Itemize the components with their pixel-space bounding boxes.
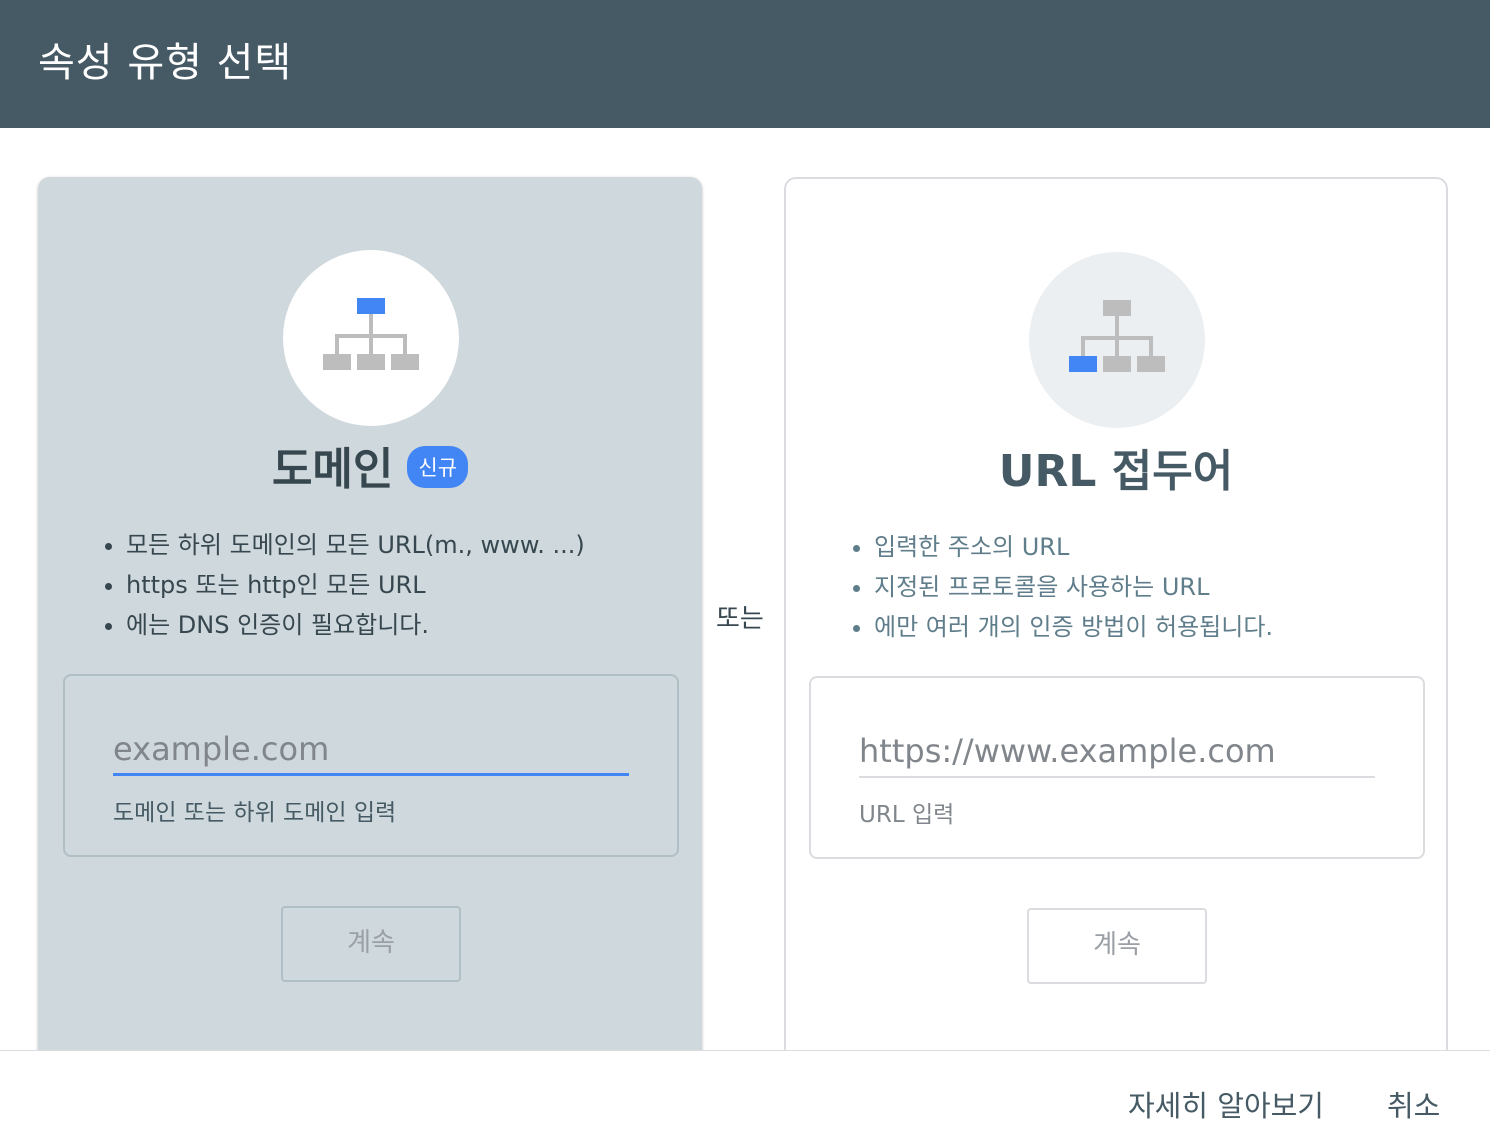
url-input[interactable]: https://www.example.com (859, 728, 1375, 778)
sitemap-icon (1069, 300, 1165, 372)
list-item: 모든 하위 도메인의 모든 URL(m., www. ...) (126, 525, 585, 565)
url-continue-button[interactable]: 계속 (1027, 908, 1207, 984)
domain-input-box: example.com 도메인 또는 하위 도메인 입력 (63, 674, 679, 857)
sitemap-icon (323, 298, 419, 370)
url-title-text: URL 접두어 (998, 446, 1234, 497)
learn-more-button[interactable]: 자세히 알아보기 (1128, 1083, 1324, 1125)
list-item: 지정된 프로토콜을 사용하는 URL (874, 567, 1273, 607)
url-input-box: https://www.example.com URL 입력 (809, 676, 1425, 859)
url-icon-circle (1029, 252, 1205, 428)
list-item: https 또는 http인 모든 URL (126, 565, 585, 605)
domain-icon-circle (283, 250, 459, 426)
dialog-header: 속성 유형 선택 (0, 0, 1490, 128)
or-separator: 또는 (716, 604, 764, 634)
domain-continue-button[interactable]: 계속 (281, 906, 461, 982)
dialog-title: 속성 유형 선택 (38, 40, 293, 86)
url-card-title: URL 접두어 (786, 435, 1446, 499)
domain-card-title: 도메인 신규 (38, 433, 702, 497)
list-item: 입력한 주소의 URL (874, 527, 1273, 567)
url-bullet-list: 입력한 주소의 URL 지정된 프로토콜을 사용하는 URL 에만 여러 개의 … (836, 527, 1273, 647)
dialog-footer: 자세히 알아보기 취소 (0, 1050, 1490, 1147)
domain-bullet-list: 모든 하위 도메인의 모든 URL(m., www. ...) https 또는… (88, 525, 585, 645)
url-prefix-property-card[interactable]: URL 접두어 입력한 주소의 URL 지정된 프로토콜을 사용하는 URL 에… (784, 177, 1448, 1077)
domain-title-text: 도메인 (271, 444, 394, 495)
cancel-button[interactable]: 취소 (1387, 1083, 1440, 1125)
domain-input[interactable]: example.com (113, 726, 629, 776)
list-item: 에만 여러 개의 인증 방법이 허용됩니다. (874, 607, 1273, 647)
url-input-helper: URL 입력 (859, 802, 955, 828)
new-badge: 신규 (407, 446, 469, 488)
list-item: 에는 DNS 인증이 필요합니다. (126, 605, 585, 645)
domain-input-helper: 도메인 또는 하위 도메인 입력 (113, 800, 397, 826)
domain-property-card[interactable]: 도메인 신규 모든 하위 도메인의 모든 URL(m., www. ...) ht… (38, 177, 702, 1077)
